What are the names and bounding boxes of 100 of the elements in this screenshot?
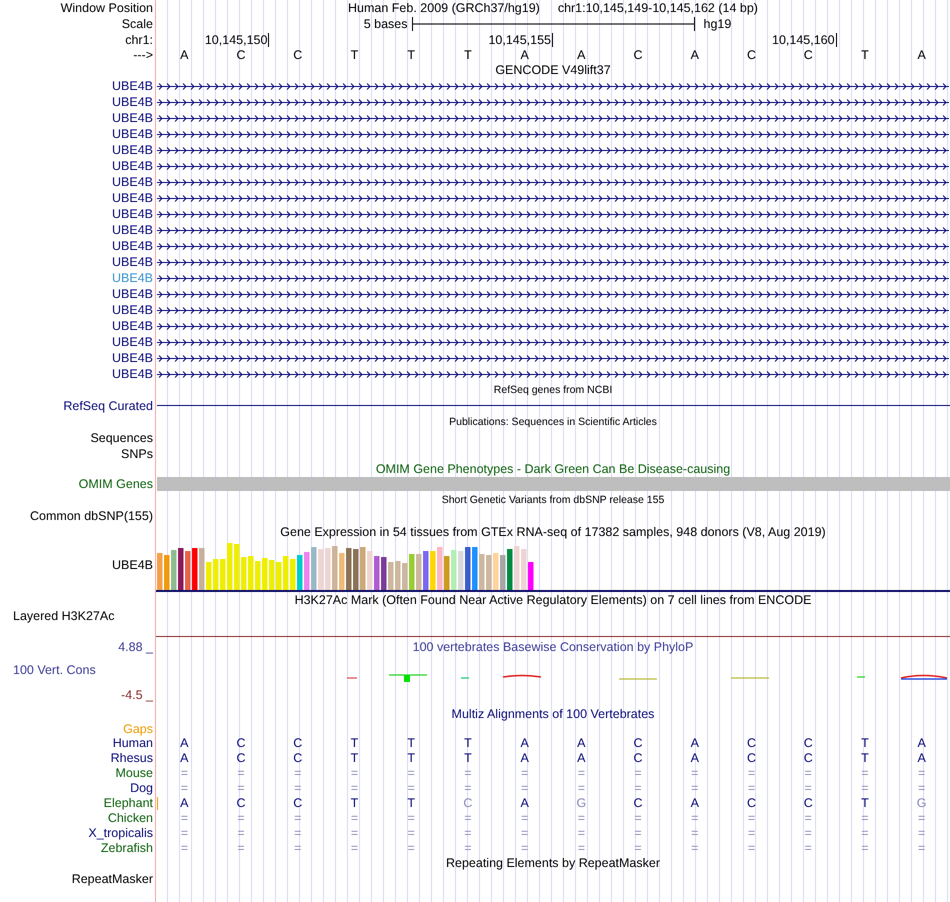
expression-bar[interactable]	[171, 550, 176, 590]
expression-bar[interactable]	[528, 562, 534, 590]
expression-bar[interactable]	[423, 551, 428, 590]
expression-bar[interactable]	[290, 559, 296, 590]
gene-name-link[interactable]: UBE4B	[112, 176, 153, 188]
expression-bar[interactable]	[178, 548, 184, 590]
expression-bar[interactable]	[472, 547, 478, 590]
transcript-line-drawing[interactable]	[157, 370, 949, 379]
expression-bar[interactable]	[444, 556, 450, 590]
gene-name-link[interactable]: UBE4B	[112, 160, 153, 172]
expression-bar[interactable]	[381, 557, 386, 590]
expression-bar[interactable]	[192, 548, 198, 590]
species-label[interactable]: Chicken	[108, 812, 153, 825]
expression-bar[interactable]	[402, 563, 408, 590]
expression-bar[interactable]	[325, 548, 330, 590]
transcript-line-drawing[interactable]	[157, 114, 949, 123]
transcript-line-drawing[interactable]	[157, 354, 949, 363]
transcript-line-drawing[interactable]	[157, 146, 949, 155]
gene-name-link[interactable]: UBE4B	[112, 336, 153, 348]
expression-bar[interactable]	[269, 560, 274, 590]
expression-bar[interactable]	[199, 548, 204, 590]
track-label[interactable]: Layered H3K27Ac	[13, 610, 114, 622]
transcript-line-drawing[interactable]	[157, 338, 949, 347]
gene-name-link[interactable]: UBE4B	[112, 240, 153, 252]
expression-bar[interactable]	[374, 556, 380, 590]
expression-bar[interactable]	[451, 550, 456, 590]
track-label[interactable]: UBE4B	[112, 558, 153, 572]
expression-bar[interactable]	[430, 551, 436, 590]
transcript-line-drawing[interactable]	[157, 178, 949, 187]
species-label[interactable]: Mouse	[115, 767, 153, 780]
track-label[interactable]: SNPs	[121, 448, 153, 460]
expression-bar[interactable]	[346, 548, 352, 590]
species-label[interactable]: Rhesus	[110, 752, 153, 765]
transcript-line-drawing[interactable]	[157, 82, 949, 91]
expression-bar[interactable]	[486, 555, 492, 590]
transcript-line-drawing[interactable]	[157, 98, 949, 107]
expression-bar[interactable]	[234, 544, 240, 590]
transcript-line-drawing[interactable]	[157, 210, 949, 219]
expression-bar[interactable]	[353, 549, 358, 590]
transcript-line-drawing[interactable]	[157, 194, 949, 203]
gene-name-link[interactable]: UBE4B	[112, 224, 153, 236]
expression-bar[interactable]	[360, 547, 366, 590]
expression-bar[interactable]	[465, 547, 470, 590]
expression-bar[interactable]	[241, 557, 246, 590]
species-label[interactable]: Dog	[130, 782, 153, 795]
track-label[interactable]: 100 Vert. Cons	[13, 664, 96, 676]
expression-bar[interactable]	[514, 546, 520, 590]
expression-bar[interactable]	[507, 549, 512, 590]
gene-name-link[interactable]: UBE4B	[112, 208, 153, 220]
expression-bar[interactable]	[157, 553, 162, 590]
expression-bar[interactable]	[409, 554, 414, 590]
transcript-line-drawing[interactable]	[157, 306, 949, 315]
expression-bar[interactable]	[318, 549, 324, 590]
track-label[interactable]: RefSeq Curated	[63, 400, 153, 412]
transcript-line-drawing[interactable]	[157, 242, 949, 251]
gene-name-link[interactable]: UBE4B	[112, 368, 153, 380]
gene-name-link[interactable]: UBE4B	[112, 192, 153, 204]
gene-name-link[interactable]: UBE4B	[112, 352, 153, 364]
transcript-line-drawing[interactable]	[157, 258, 949, 267]
expression-bar[interactable]	[220, 559, 226, 590]
expression-bar[interactable]	[458, 551, 464, 590]
gene-name-link[interactable]: UBE4B	[112, 80, 153, 92]
gene-name-link[interactable]: UBE4B	[112, 304, 153, 316]
expression-bar[interactable]	[213, 559, 218, 590]
expression-bar[interactable]	[521, 549, 526, 590]
transcript-line-drawing[interactable]	[157, 130, 949, 139]
expression-bar[interactable]	[248, 556, 254, 590]
expression-bar[interactable]	[388, 562, 394, 590]
expression-bar[interactable]	[262, 558, 268, 590]
expression-bar[interactable]	[304, 552, 310, 590]
expression-bar[interactable]	[276, 562, 282, 590]
expression-bar[interactable]	[311, 547, 316, 590]
omim-feature-bar[interactable]	[157, 477, 950, 491]
expression-bar[interactable]	[416, 554, 422, 590]
expression-bar[interactable]	[206, 562, 212, 590]
species-label[interactable]: Elephant	[104, 797, 153, 810]
expression-bar[interactable]	[339, 553, 344, 590]
gene-name-link[interactable]: UBE4B	[112, 144, 153, 156]
species-label[interactable]: Human	[112, 737, 153, 750]
gene-name-link[interactable]: UBE4B	[112, 96, 153, 108]
expression-bar[interactable]	[500, 555, 506, 590]
track-label[interactable]: OMIM Genes	[78, 478, 153, 491]
transcript-line-drawing[interactable]	[157, 274, 949, 283]
expression-bar[interactable]	[164, 555, 170, 590]
expression-bar[interactable]	[395, 561, 400, 590]
expression-bar[interactable]	[297, 555, 302, 590]
track-label[interactable]: Common dbSNP(155)	[30, 510, 153, 522]
expression-bar[interactable]	[185, 551, 190, 590]
expression-bar[interactable]	[332, 546, 338, 590]
track-label[interactable]: Sequences	[90, 432, 153, 444]
track-label[interactable]: RepeatMasker	[72, 872, 153, 886]
transcript-line-drawing[interactable]	[157, 290, 949, 299]
species-label[interactable]: Zebrafish	[100, 842, 153, 855]
gene-name-link[interactable]: UBE4B	[112, 128, 153, 140]
gene-name-link[interactable]: UBE4B	[112, 288, 153, 300]
gene-name-link[interactable]: UBE4B	[112, 256, 153, 268]
expression-bar[interactable]	[367, 551, 372, 590]
gene-name-link[interactable]: UBE4B	[112, 320, 153, 332]
expression-bar[interactable]	[493, 553, 498, 590]
refseq-feature-line[interactable]	[157, 405, 950, 406]
